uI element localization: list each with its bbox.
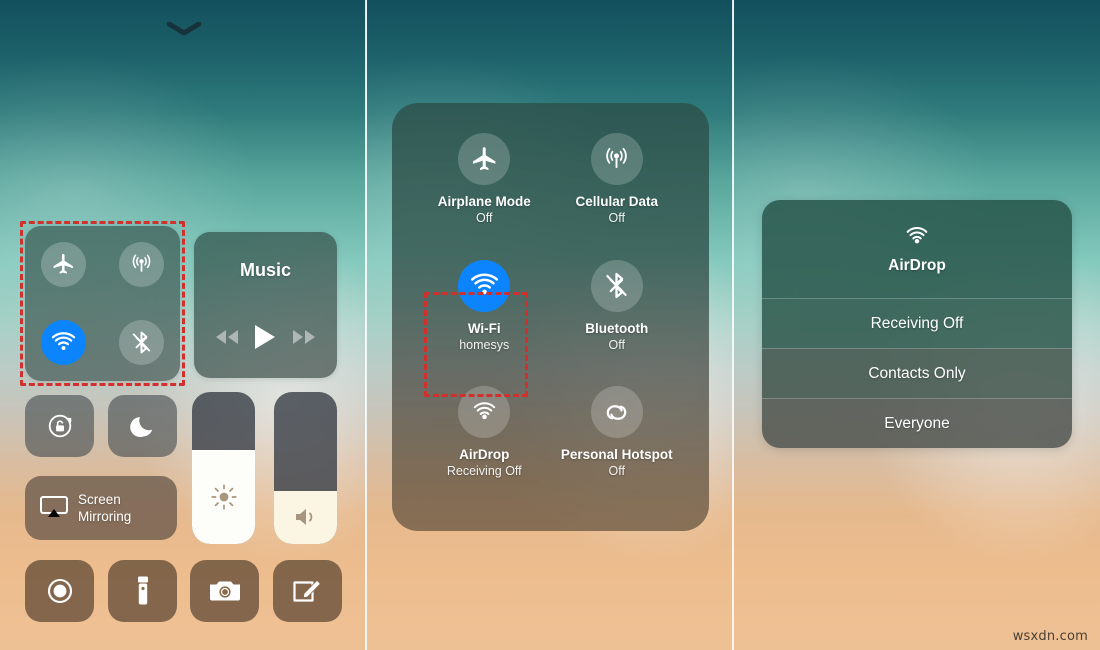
tile-bluetooth-name: Bluetooth bbox=[585, 320, 649, 336]
connectivity-toggle-card bbox=[25, 226, 180, 381]
tile-wifi-circle bbox=[458, 259, 511, 312]
tile-cellular-data-state: Off bbox=[608, 211, 625, 225]
tile-personal-hotspot-state: Off bbox=[608, 464, 625, 479]
brightness-sun-icon bbox=[210, 484, 237, 510]
do-not-disturb-button[interactable] bbox=[108, 395, 177, 457]
panel-divider-2 bbox=[732, 0, 734, 650]
tile-cellular-data[interactable]: Cellular Data Off bbox=[551, 133, 684, 260]
toggle-wifi[interactable] bbox=[41, 319, 87, 365]
music-play-button[interactable] bbox=[252, 323, 278, 356]
tile-airdrop-name: AirDrop bbox=[459, 447, 510, 463]
tile-personal-hotspot-name: Personal Hotspot bbox=[560, 447, 673, 463]
watermark: wsxdn.com bbox=[1012, 629, 1088, 644]
play-icon bbox=[255, 325, 276, 349]
volume-slider-fill bbox=[274, 490, 337, 544]
tile-wifi[interactable]: Wi-Fi homesys bbox=[418, 259, 551, 387]
tile-bluetooth-circle bbox=[590, 259, 643, 312]
airdrop-option-receiving-off[interactable]: Receiving Off bbox=[762, 298, 1072, 348]
screen-mirroring-label: Screen Mirroring bbox=[78, 491, 131, 525]
airdrop-option-everyone[interactable]: Everyone bbox=[762, 398, 1072, 448]
airdrop-menu-title: AirDrop bbox=[888, 257, 946, 274]
camera-button[interactable] bbox=[190, 560, 259, 622]
panel-airdrop-menu: AirDrop Receiving Off Contacts Only Ever… bbox=[734, 0, 1100, 650]
wifi-icon bbox=[470, 273, 498, 295]
panel-control-center-full: Music Screen Mirroring bbox=[0, 0, 366, 650]
cellular-antenna-icon bbox=[606, 147, 628, 168]
camera-icon bbox=[209, 581, 240, 601]
music-previous-button[interactable] bbox=[214, 328, 240, 351]
tile-airdrop-circle bbox=[458, 386, 511, 439]
brightness-slider[interactable] bbox=[192, 392, 255, 544]
flashlight-icon bbox=[137, 576, 148, 605]
toggle-bluetooth[interactable] bbox=[118, 319, 164, 365]
tile-airplane-mode[interactable]: Airplane Mode Off bbox=[418, 133, 551, 260]
cellular-antenna-icon bbox=[132, 254, 151, 273]
volume-slider[interactable] bbox=[274, 392, 337, 544]
screen-mirroring-line2: Mirroring bbox=[78, 509, 132, 524]
brightness-slider-fill bbox=[192, 449, 255, 544]
music-widget[interactable]: Music bbox=[194, 232, 337, 378]
screen-mirroring-button[interactable]: Screen Mirroring bbox=[25, 476, 177, 540]
tile-wifi-name: Wi-Fi bbox=[467, 320, 501, 336]
moon-icon bbox=[129, 417, 152, 438]
tile-cellular-data-circle bbox=[590, 133, 643, 185]
tile-personal-hotspot-circle bbox=[590, 386, 643, 439]
speaker-icon bbox=[295, 509, 312, 526]
toggle-cellular-data[interactable] bbox=[118, 242, 164, 288]
notes-button[interactable] bbox=[273, 560, 342, 622]
airplay-icon bbox=[40, 496, 68, 517]
screen-record-icon bbox=[47, 578, 72, 604]
tile-airdrop-state: Receiving Off bbox=[446, 464, 522, 479]
chevron-down-icon[interactable] bbox=[167, 22, 201, 36]
wifi-icon bbox=[52, 331, 76, 350]
tile-bluetooth[interactable]: Bluetooth Off bbox=[551, 259, 684, 387]
tile-airplane-mode-state: Off bbox=[476, 211, 493, 225]
airplane-icon bbox=[53, 254, 74, 274]
screen-record-button[interactable] bbox=[25, 560, 94, 622]
airdrop-icon bbox=[473, 402, 495, 419]
panel-connectivity-expanded: Airplane Mode Off Cellular Data Off Wi-F… bbox=[367, 0, 733, 650]
hotspot-icon bbox=[606, 404, 627, 420]
tile-personal-hotspot[interactable]: Personal Hotspot Off bbox=[551, 386, 684, 513]
screenshot-root: Music Screen Mirroring Airplane Mode Off… bbox=[0, 0, 1100, 650]
rewind-icon bbox=[216, 330, 239, 344]
tile-bluetooth-state: Off bbox=[608, 337, 625, 352]
toggle-airplane-mode[interactable] bbox=[41, 242, 87, 288]
tile-cellular-data-name: Cellular Data bbox=[575, 194, 659, 209]
notes-pencil-icon bbox=[292, 579, 321, 602]
music-title: Music bbox=[239, 260, 291, 280]
tile-airdrop[interactable]: AirDrop Receiving Off bbox=[418, 386, 551, 513]
tile-wifi-state: homesys bbox=[459, 337, 510, 352]
airdrop-icon bbox=[906, 227, 928, 244]
music-next-button[interactable] bbox=[291, 328, 317, 351]
connectivity-expanded-card: Airplane Mode Off Cellular Data Off Wi-F… bbox=[392, 103, 709, 531]
panel-divider-1 bbox=[365, 0, 367, 650]
bluetooth-off-icon bbox=[606, 273, 627, 299]
flashlight-button[interactable] bbox=[108, 560, 177, 622]
airdrop-options-menu: AirDrop Receiving Off Contacts Only Ever… bbox=[762, 200, 1072, 448]
airplane-icon bbox=[472, 146, 496, 170]
quick-actions-row bbox=[0, 560, 366, 622]
rotation-lock-icon bbox=[48, 414, 71, 438]
tile-airplane-mode-circle bbox=[458, 133, 511, 185]
tile-airplane-mode-name: Airplane Mode bbox=[437, 194, 531, 209]
rotation-lock-button[interactable] bbox=[25, 395, 94, 457]
airdrop-option-contacts-only[interactable]: Contacts Only bbox=[762, 348, 1072, 398]
bluetooth-off-icon bbox=[132, 331, 150, 354]
airdrop-menu-header: AirDrop bbox=[762, 200, 1072, 298]
screen-mirroring-line1: Screen bbox=[78, 492, 121, 507]
fast-forward-icon bbox=[292, 330, 315, 344]
